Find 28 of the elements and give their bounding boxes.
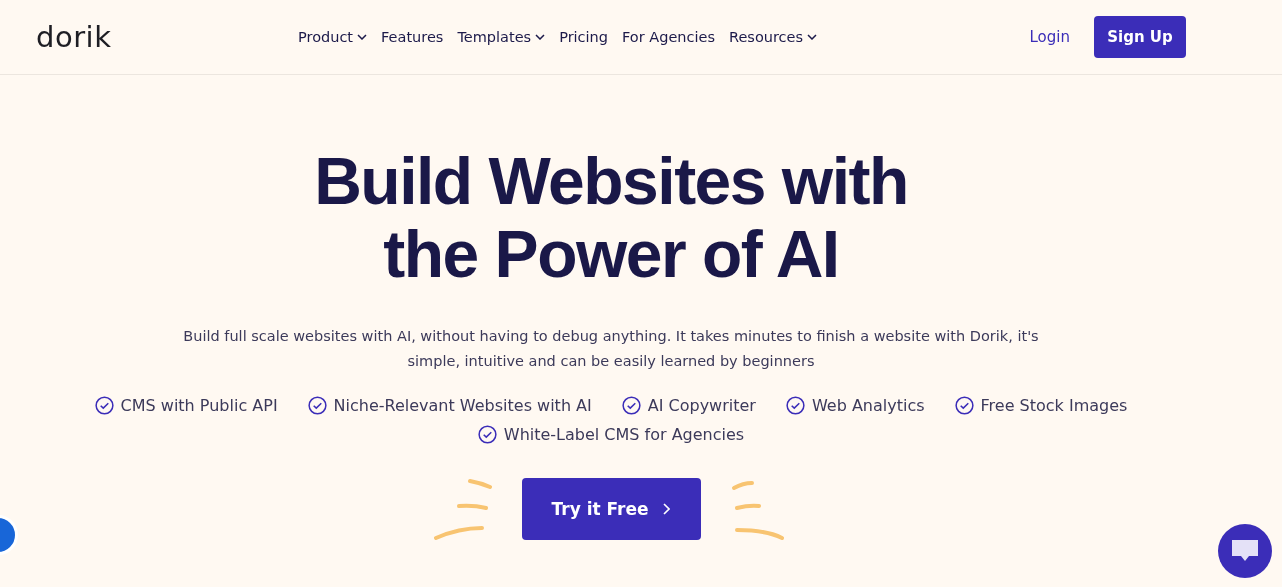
hero-description: Build full scale websites with AI, without having to debug anything. It takes minutes to finish a website with Dorik, it's simple, intuitive and can be easily learned by beginners xyxy=(182,327,1040,371)
nav-link[interactable]: Product xyxy=(298,29,368,45)
nav-link[interactable]: For Agencies xyxy=(622,29,715,45)
hero-title: Build Websites with xyxy=(314,145,908,218)
sparkle-lines-drawing xyxy=(433,478,492,540)
nav-link[interactable]: Resources xyxy=(729,29,818,45)
sign-up-button[interactable]: Sign Up xyxy=(1094,16,1186,58)
check-circle-icon xyxy=(307,396,327,415)
check-circle-icon xyxy=(621,396,641,415)
check-circle-icon xyxy=(785,396,805,415)
feature-label: Free Stock Images xyxy=(980,396,1128,415)
check-circle-icon xyxy=(94,396,114,415)
feature-label: Niche-Relevant Websites with AI xyxy=(333,396,592,415)
check-circle-icon xyxy=(954,396,974,415)
logo[interactable]: dorik xyxy=(36,20,286,54)
login-link[interactable]: Login xyxy=(1029,28,1070,46)
chat-button[interactable] xyxy=(1218,524,1272,578)
feature-label: White-Label CMS for Agencies xyxy=(503,425,745,444)
chevron-right-icon xyxy=(662,503,671,515)
nav-link[interactable]: Pricing xyxy=(559,29,608,45)
nav-link[interactable]: Templates xyxy=(457,29,546,45)
check-circle-icon xyxy=(477,425,497,444)
try-free-button[interactable]: Try it Free xyxy=(521,478,701,540)
feature-label: AI Copywriter xyxy=(647,396,756,415)
feature-label: CMS with Public API xyxy=(120,396,278,415)
nav-link[interactable]: Features xyxy=(381,29,444,45)
feature-label: Web Analytics xyxy=(811,396,925,415)
hero-title: the Power of AI xyxy=(383,218,839,291)
